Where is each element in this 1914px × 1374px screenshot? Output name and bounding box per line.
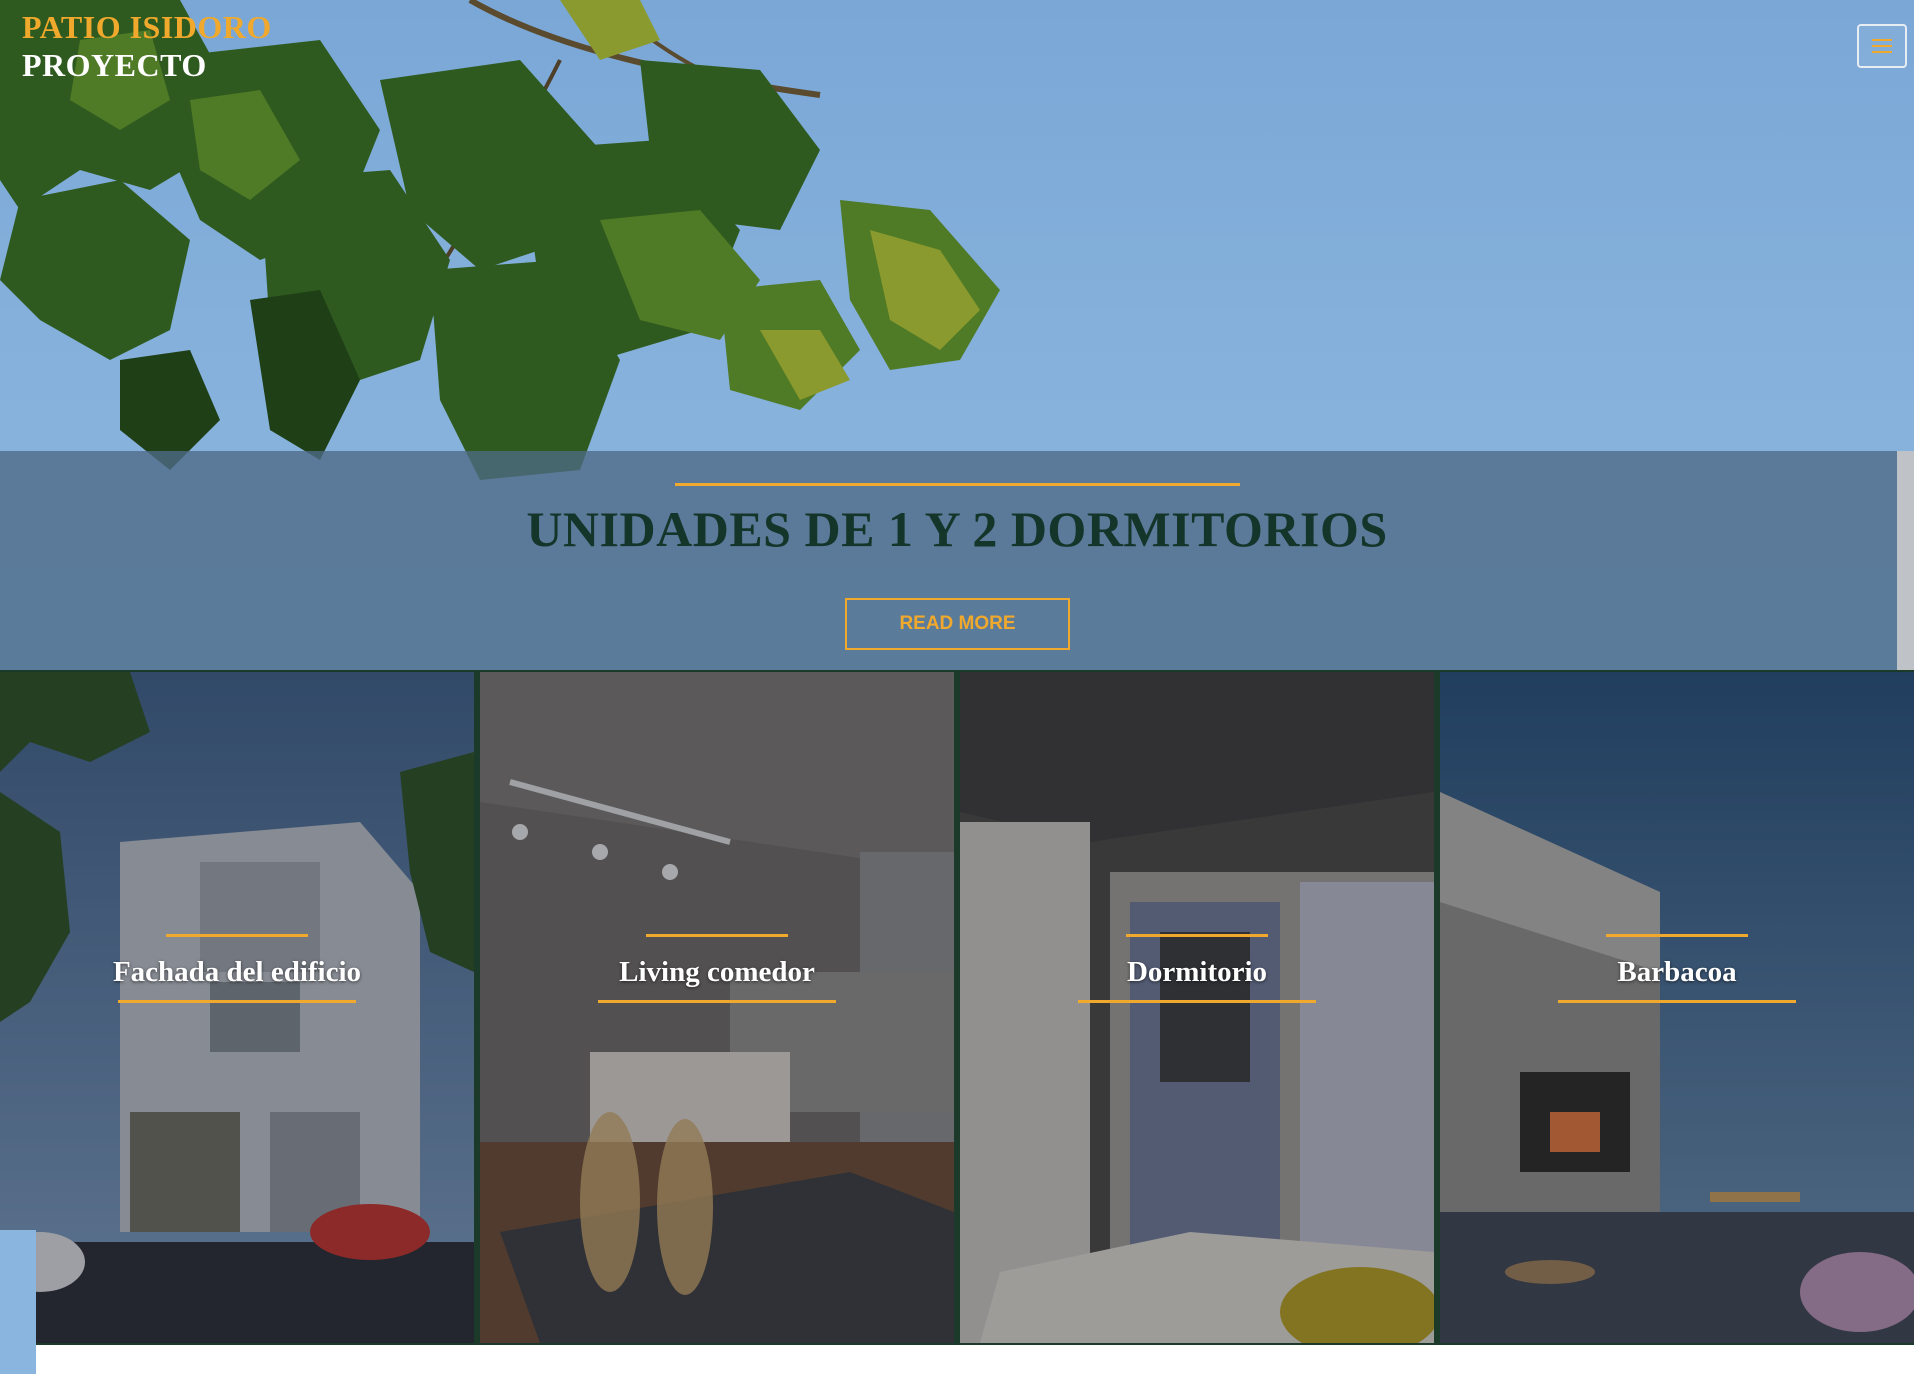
gallery-item-fachada[interactable]: Fachada del edificio — [0, 672, 474, 1343]
page-footer-space — [0, 1345, 1914, 1374]
gallery-item-title: Living comedor — [619, 956, 815, 988]
image-overlay — [960, 672, 1434, 1343]
gallery-item-dormitorio[interactable]: Dormitorio — [960, 672, 1434, 1343]
gallery-item-barbacoa[interactable]: Barbacoa — [1440, 672, 1914, 1343]
image-overlay — [1440, 672, 1914, 1343]
accent-line-bottom — [118, 1000, 356, 1003]
accent-line-top — [1606, 934, 1748, 937]
image-overlay — [480, 672, 954, 1343]
gallery-item-title: Barbacoa — [1617, 956, 1737, 988]
accent-line-bottom — [598, 1000, 836, 1003]
accent-line-top — [1126, 934, 1268, 937]
scrollbar[interactable] — [1897, 451, 1914, 670]
gallery: Fachada del edificio Living comedor Dorm… — [0, 670, 1914, 1345]
read-more-button[interactable]: READ MORE — [845, 598, 1070, 650]
gallery-item-living[interactable]: Living comedor — [480, 672, 954, 1343]
accent-line-top — [646, 934, 788, 937]
brand-subtitle: PROYECTO — [22, 47, 207, 83]
title-accent-line — [675, 483, 1240, 486]
units-title: UNIDADES DE 1 Y 2 DORMITORIOS — [526, 501, 1388, 557]
gallery-item-title: Dormitorio — [1126, 956, 1268, 988]
hamburger-icon — [1872, 39, 1892, 53]
brand-name: PATIO ISIDORO — [22, 9, 272, 45]
image-overlay — [0, 672, 474, 1343]
menu-button[interactable] — [1857, 24, 1907, 68]
gallery-item-title: Fachada del edificio — [112, 956, 362, 988]
brand-logo[interactable]: PATIO ISIDORO PROYECTO — [22, 8, 272, 84]
accent-line-top — [166, 934, 308, 937]
background-edge — [0, 1230, 36, 1374]
accent-line-bottom — [1558, 1000, 1796, 1003]
accent-line-bottom — [1078, 1000, 1316, 1003]
